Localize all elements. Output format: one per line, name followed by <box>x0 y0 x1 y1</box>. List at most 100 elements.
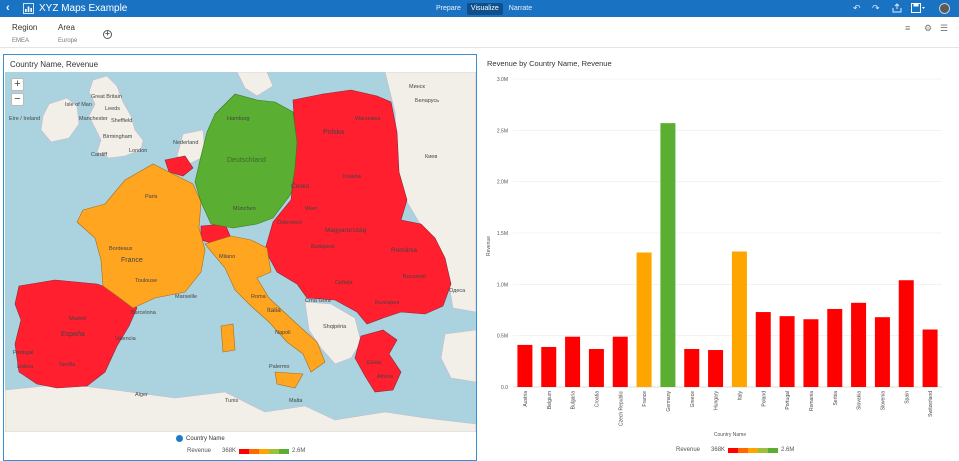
bar-germany[interactable] <box>660 123 676 387</box>
filter-region[interactable]: Region EMEA <box>12 23 37 46</box>
bar-serbia[interactable] <box>827 308 843 387</box>
bar-bulgaria[interactable] <box>565 336 581 387</box>
ramp-measure-label: Revenue <box>187 448 212 454</box>
layer-marker-icon <box>176 435 183 442</box>
map-label: Hamburg <box>227 116 250 122</box>
legend-layer-label: Country Name <box>186 435 225 442</box>
map-label: Ελλάς <box>367 359 382 366</box>
y-axis-label: Revenue <box>486 236 492 256</box>
zoom-in-button[interactable]: + <box>11 78 24 91</box>
bar-slovakia[interactable] <box>851 302 867 387</box>
map-label: Paris <box>145 194 158 200</box>
zoom-out-button[interactable]: − <box>11 93 24 106</box>
map-label: Birmingham <box>103 134 133 140</box>
add-filter-icon[interactable]: + <box>103 30 112 39</box>
map-visualization[interactable]: Country Name, Revenue Isle of Man Great … <box>3 54 477 461</box>
settings-icon[interactable]: ⚙ <box>924 23 932 34</box>
land-north-africa <box>5 383 476 432</box>
map-title: Country Name, Revenue <box>10 60 99 69</box>
bar-chart-svg: 0.0 0.5M 1.0M 1.5M 2.0M 2.5M 3.0M Austria Belgiu… <box>486 77 942 438</box>
menu-icon[interactable]: ☰ <box>940 23 948 34</box>
redo-icon[interactable]: ↷ <box>872 2 880 15</box>
map-label: Budapest <box>311 244 335 250</box>
x-tick-label: Austria <box>523 391 529 407</box>
tab-visualize[interactable]: Visualize <box>466 3 503 15</box>
bar-greece[interactable] <box>684 349 700 387</box>
map-label: Portugal <box>13 350 34 356</box>
chart-color-ramp: Revenue 368K 2.6M <box>676 447 794 453</box>
map-label: Great Britain <box>91 94 122 100</box>
map-color-ramp: Revenue 368K 2.6M <box>187 448 305 454</box>
map-label: Palermo <box>269 364 289 370</box>
bar-chart-visualization[interactable]: Revenue by Country Name, Revenue 0.0 0.5M… <box>480 54 959 461</box>
map-label: Alger <box>135 392 148 398</box>
x-tick-label: Belgium <box>547 391 553 409</box>
bar-portugal[interactable] <box>779 316 795 387</box>
map-canvas[interactable]: Isle of Man Great Britain Leeds Manchest… <box>5 72 476 432</box>
x-tick-label: Portugal <box>785 391 791 410</box>
export-icon[interactable] <box>892 3 902 13</box>
tab-prepare[interactable]: Prepare <box>432 3 465 15</box>
bar-croatia[interactable] <box>588 349 604 387</box>
map-label: España <box>61 331 85 338</box>
y-tick-label: 0.0 <box>501 385 508 391</box>
tab-narrate[interactable]: Narrate <box>505 3 536 15</box>
save-icon[interactable] <box>911 3 926 13</box>
map-label: Warszawa <box>355 116 381 122</box>
ramp-min-label: 368K <box>222 448 237 454</box>
x-tick-label: Italy <box>737 391 743 401</box>
chart-ramp-measure-label: Revenue <box>676 447 701 453</box>
map-label: Tunis <box>225 398 238 404</box>
filter-area[interactable]: Area Europe <box>58 23 77 46</box>
x-tick-label: Spain <box>904 391 910 404</box>
bar-italy[interactable] <box>731 251 747 387</box>
x-tick-label: Germany <box>666 391 672 412</box>
map-label: București <box>403 274 426 280</box>
bar-hungary[interactable] <box>708 350 724 387</box>
map-label: Polska <box>323 129 344 136</box>
x-tick-label: Switzerland <box>928 391 934 417</box>
filter-region-value: EMEA <box>12 38 30 44</box>
bar-romania[interactable] <box>803 319 819 387</box>
bar-belgium[interactable] <box>541 346 557 387</box>
bar-spain[interactable] <box>898 280 914 387</box>
bar-france[interactable] <box>636 252 652 387</box>
filter-list-icon[interactable]: ≡ <box>905 23 910 33</box>
bar-switzerland[interactable] <box>922 329 938 387</box>
y-tick-label: 1.5M <box>497 231 508 237</box>
x-tick-label: Bulgaria <box>571 391 577 410</box>
y-tick-label: 2.0M <box>497 180 508 186</box>
project-title: XYZ Maps Example <box>39 3 128 14</box>
bar-austria[interactable] <box>517 344 533 387</box>
region-sicily <box>274 371 304 389</box>
chart-app-icon <box>23 3 34 14</box>
y-tick-label: 1.0M <box>497 282 508 288</box>
x-tick-label: France <box>642 391 648 407</box>
user-avatar[interactable] <box>939 3 950 14</box>
back-arrow-icon[interactable]: ‹ <box>6 2 10 15</box>
map-label: Одеса <box>449 288 466 294</box>
bar-slovenia[interactable] <box>874 317 890 387</box>
chart-bars <box>517 123 938 387</box>
x-tick-label: Czech Republic <box>618 391 624 427</box>
x-tick-label: Greece <box>690 391 696 408</box>
bar-czech-republic[interactable] <box>612 336 628 387</box>
map-label: London <box>129 148 147 154</box>
map-label: Valencia <box>115 336 137 342</box>
map-label: Sheffield <box>111 118 132 124</box>
map-label: Deutschland <box>227 157 266 164</box>
mode-tabs: Prepare Visualize Narrate <box>432 2 536 15</box>
land-scandinavia <box>236 72 274 97</box>
undo-icon[interactable]: ↶ <box>853 2 861 15</box>
map-label: Česko <box>291 181 310 190</box>
map-label: Sevilla <box>59 362 76 368</box>
map-label: Italia <box>267 307 281 314</box>
map-label: Shqipëria <box>323 324 347 330</box>
map-label: Österreich <box>277 219 302 226</box>
map-label: Беларусь <box>415 98 439 104</box>
map-label: България <box>375 300 399 306</box>
map-label: Marseille <box>175 294 197 300</box>
bar-poland[interactable] <box>755 312 771 387</box>
legend-layer: Country Name <box>176 435 225 442</box>
map-label: Barcelona <box>131 310 157 316</box>
